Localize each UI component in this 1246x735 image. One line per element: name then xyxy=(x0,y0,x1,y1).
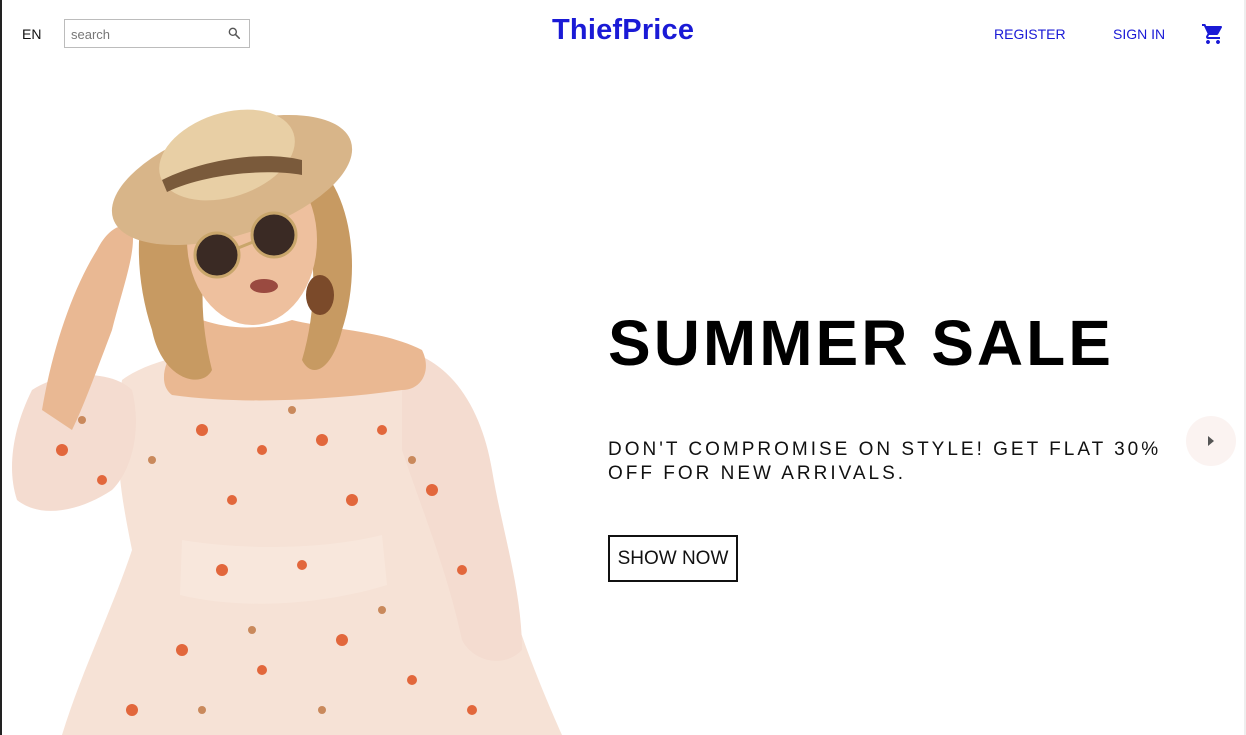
shopping-cart-icon[interactable] xyxy=(1201,22,1225,46)
hero-model-image xyxy=(12,109,562,735)
site-logo[interactable]: ThiefPrice xyxy=(552,14,694,47)
language-selector[interactable]: EN xyxy=(22,26,41,42)
search-box xyxy=(64,19,250,48)
show-now-button[interactable]: SHOW NOW xyxy=(608,535,738,582)
sign-in-link[interactable]: SIGN IN xyxy=(1113,26,1165,42)
search-icon[interactable] xyxy=(227,26,241,40)
arrow-right-icon xyxy=(1208,436,1214,446)
header: EN ThiefPrice REGISTER SIGN IN xyxy=(2,0,1244,68)
hero-description: DON'T COMPROMISE ON STYLE! GET FLAT 30% … xyxy=(608,439,1162,484)
next-slide-button[interactable] xyxy=(1186,416,1236,466)
page: EN ThiefPrice REGISTER SIGN IN xyxy=(0,0,1246,735)
register-link[interactable]: REGISTER xyxy=(994,26,1066,42)
search-input[interactable] xyxy=(65,20,227,47)
hero-title: SUMMER SALE xyxy=(608,307,1114,379)
